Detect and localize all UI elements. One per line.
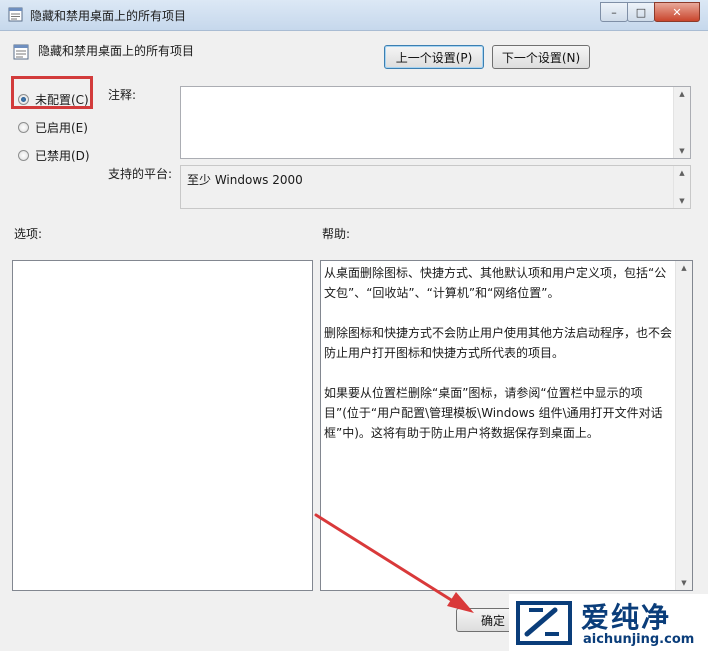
brand-logo-icon — [516, 601, 572, 645]
platform-value: 至少 Windows 2000 — [187, 173, 303, 187]
radio-indicator — [18, 150, 29, 161]
platform-label: 支持的平台: — [108, 167, 173, 181]
highlight-box — [11, 76, 93, 109]
setting-title: 隐藏和禁用桌面上的所有项目 — [38, 44, 195, 58]
window-controls: – □ ✕ — [600, 2, 700, 22]
platform-field: 至少 Windows 2000 ▲ ▼ — [180, 165, 691, 209]
radio-indicator — [18, 122, 29, 133]
help-panel: 从桌面删除图标、快捷方式、其他默认项和用户定义项，包括“公文包”、“回收站”、“… — [320, 260, 693, 591]
help-paragraph: 删除图标和快捷方式不会防止用户使用其他方法启动程序，也不会防止用户打开图标和快捷… — [324, 326, 673, 360]
platform-scrollbar[interactable]: ▲ ▼ — [673, 166, 690, 208]
next-setting-button[interactable]: 下一个设置(N) — [492, 45, 590, 69]
watermark-url: aichunjing.com — [583, 632, 695, 647]
policy-setting-window: 隐藏和禁用桌面上的所有项目 – □ ✕ 隐藏和禁用桌面上的所有项目 上一个设置(… — [0, 0, 708, 651]
comment-input[interactable]: ▲ ▼ — [180, 86, 691, 159]
minimize-button[interactable]: – — [600, 2, 628, 22]
scroll-down-icon[interactable]: ▼ — [674, 194, 690, 208]
scroll-up-icon[interactable]: ▲ — [674, 166, 690, 180]
title-bar[interactable]: 隐藏和禁用桌面上的所有项目 – □ ✕ — [0, 0, 708, 31]
scroll-down-icon[interactable]: ▼ — [674, 144, 690, 158]
scroll-up-icon[interactable]: ▲ — [676, 261, 692, 275]
scroll-down-icon[interactable]: ▼ — [676, 576, 692, 590]
maximize-button[interactable]: □ — [627, 2, 655, 22]
options-panel — [12, 260, 313, 591]
comment-scrollbar[interactable]: ▲ ▼ — [673, 87, 690, 158]
radio-enabled[interactable]: 已启用(E) — [18, 119, 88, 136]
policy-settings-icon — [13, 44, 29, 60]
window-title: 隐藏和禁用桌面上的所有项目 — [30, 9, 187, 23]
comment-label: 注释: — [108, 88, 137, 102]
radio-enabled-label: 已启用(E) — [35, 121, 88, 135]
policy-settings-icon — [8, 7, 23, 22]
watermark: 爱纯净 aichunjing.com — [509, 594, 708, 651]
scroll-up-icon[interactable]: ▲ — [674, 87, 690, 101]
help-paragraph: 如果要从位置栏删除“桌面”图标，请参阅“位置栏中显示的项目”(位于“用户配置\管… — [324, 386, 663, 440]
previous-setting-button[interactable]: 上一个设置(P) — [384, 45, 484, 69]
radio-disabled[interactable]: 已禁用(D) — [18, 147, 90, 164]
options-label: 选项: — [14, 227, 43, 241]
help-label: 帮助: — [322, 227, 351, 241]
help-paragraph: 从桌面删除图标、快捷方式、其他默认项和用户定义项，包括“公文包”、“回收站”、“… — [324, 266, 667, 300]
close-button[interactable]: ✕ — [654, 2, 700, 22]
help-text: 从桌面删除图标、快捷方式、其他默认项和用户定义项，包括“公文包”、“回收站”、“… — [324, 263, 672, 463]
watermark-brand: 爱纯净 — [581, 601, 672, 634]
help-scrollbar[interactable]: ▲ ▼ — [675, 261, 692, 590]
radio-disabled-label: 已禁用(D) — [35, 149, 90, 163]
